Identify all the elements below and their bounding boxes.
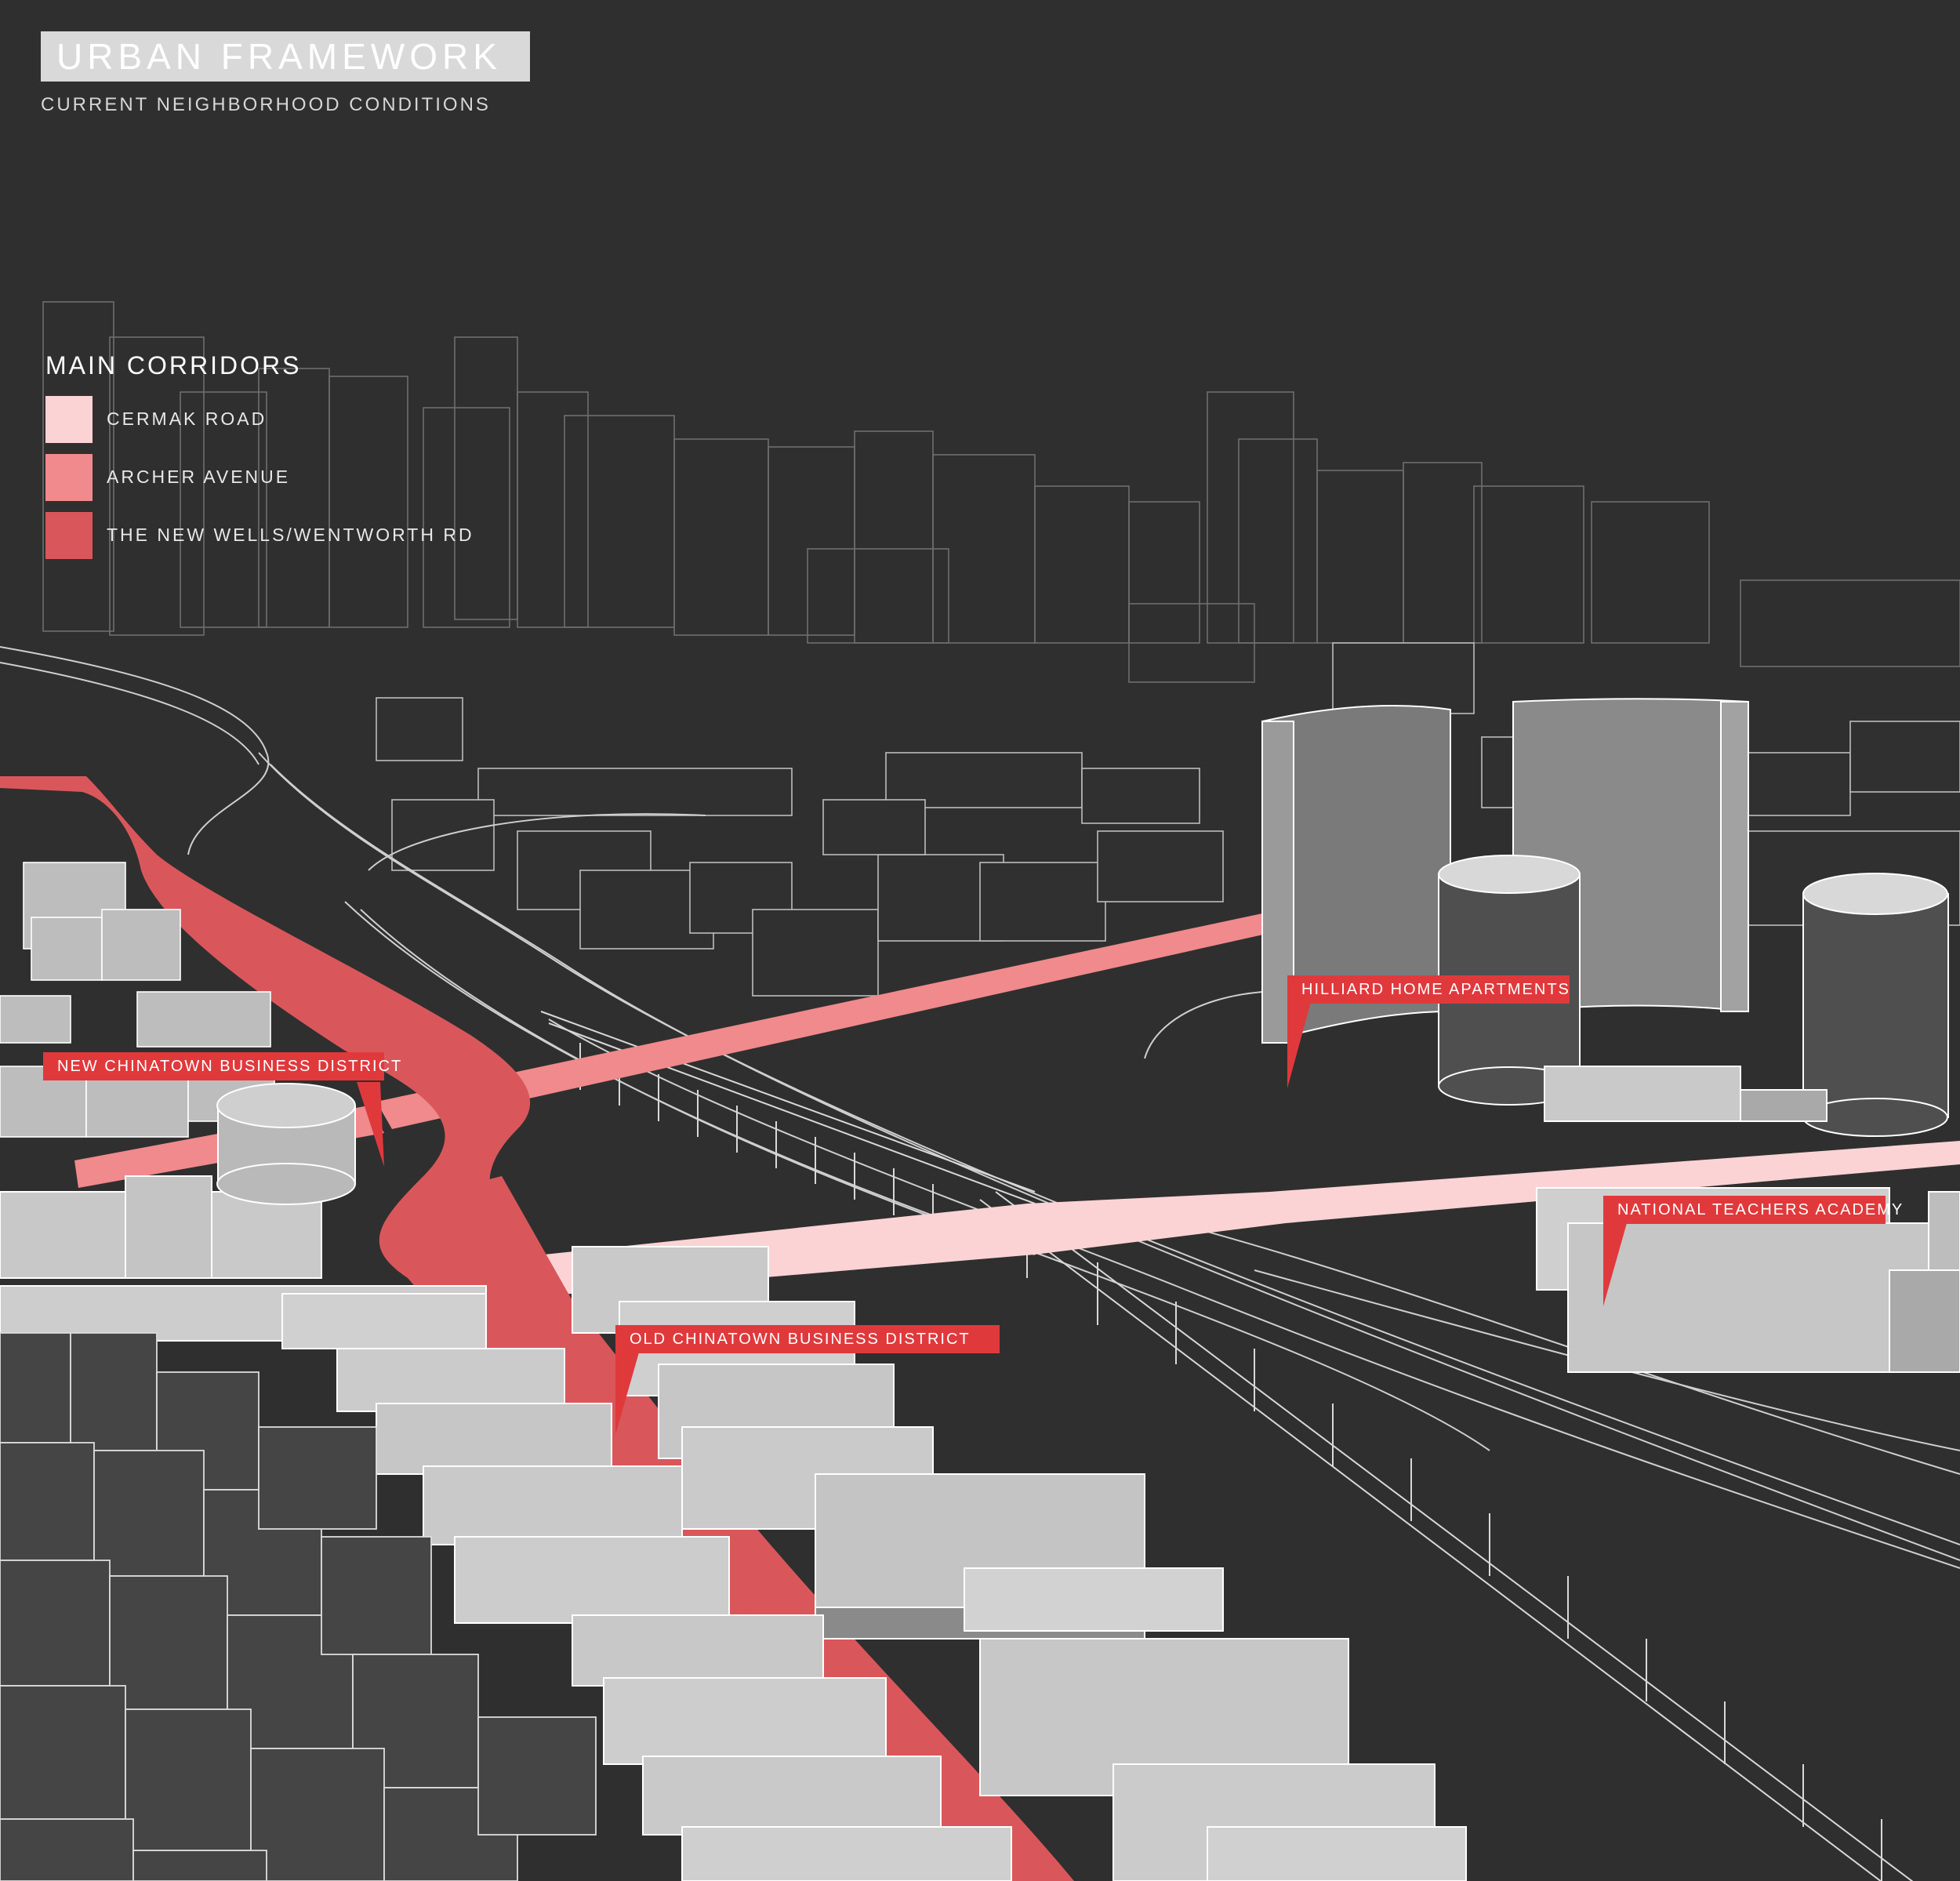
callout-old-chinatown: OLD CHINATOWN BUSINESS DISTRICT — [615, 1325, 1000, 1353]
legend-label: CERMAK ROAD — [107, 409, 267, 429]
legend-item-cermak: CERMAK ROAD — [45, 396, 301, 443]
aerial-city-map — [0, 0, 1960, 1881]
callout-new-chinatown: NEW CHINATOWN BUSINESS DISTRICT — [43, 1052, 401, 1080]
legend-label: ARCHER AVENUE — [107, 467, 291, 487]
legend-swatch — [45, 396, 93, 443]
legend-item-archer: ARCHER AVENUE — [45, 454, 301, 501]
legend-item-wells: THE NEW WELLS/WENTWORTH RD — [45, 512, 472, 559]
legend-title: MAIN CORRIDORS — [45, 351, 302, 379]
title-banner: URBAN FRAMEWORK — [41, 31, 530, 82]
legend-label: THE NEW WELLS/WENTWORTH RD — [107, 525, 474, 545]
legend-swatch — [45, 512, 93, 559]
page-subtitle: CURRENT NEIGHBORHOOD CONDITIONS — [41, 94, 491, 115]
rotunda-building — [216, 1083, 356, 1205]
callout-national-teachers: NATIONAL TEACHERS ACADEMY — [1603, 1196, 1902, 1224]
callout-hilliard: HILLIARD HOME APARTMENTS — [1287, 975, 1570, 1004]
legend-swatch — [45, 454, 93, 501]
page-title: URBAN FRAMEWORK — [56, 36, 502, 77]
corridor-legend: MAIN CORRIDORS CERMAK ROAD ARCHER AVENUE… — [45, 351, 472, 570]
